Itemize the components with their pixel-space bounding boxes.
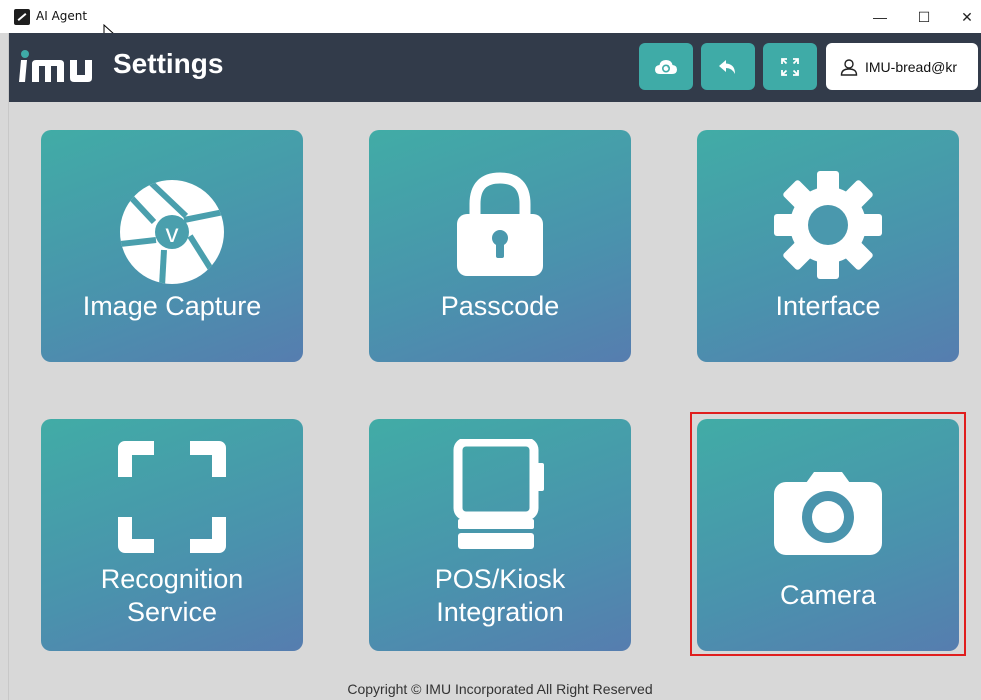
window-border	[0, 33, 9, 700]
lock-icon	[457, 172, 543, 276]
user-account-button[interactable]: IMU-bread@kr	[826, 43, 978, 90]
tile-label: Integration	[436, 597, 564, 627]
tile-recognition-service[interactable]: Recognition Service	[41, 419, 303, 651]
fullscreen-button[interactable]	[763, 43, 817, 90]
tile-label: Image Capture	[82, 291, 262, 321]
svg-text:v: v	[166, 218, 179, 248]
tile-pos-kiosk-integration[interactable]: POS/Kiosk Integration	[369, 419, 631, 651]
tile-label: Interface	[775, 291, 881, 321]
tile-interface[interactable]: Interface	[697, 130, 959, 362]
gear-icon	[774, 171, 882, 279]
cloud-sync-icon	[655, 59, 677, 74]
tile-image-capture[interactable]: v Image Capture	[41, 130, 303, 362]
camera-icon	[774, 472, 882, 555]
fullscreen-icon	[781, 57, 799, 76]
app-header: Settings IMU-bread@kr	[9, 33, 981, 102]
back-button[interactable]	[701, 43, 755, 90]
user-icon	[840, 58, 858, 76]
imu-logo	[19, 50, 92, 82]
scan-frame-icon	[118, 441, 226, 553]
page-title: Settings	[113, 48, 224, 79]
copyright-footer: Copyright © IMU Incorporated All Right R…	[347, 681, 653, 697]
tile-label: Recognition	[100, 564, 244, 594]
cloud-sync-button[interactable]	[639, 43, 693, 90]
user-name: IMU-bread@kr	[865, 58, 958, 75]
tile-label: POS/Kiosk	[434, 564, 566, 594]
window-titlebar: AI Agent — ☐ ✕	[0, 0, 981, 43]
tile-passcode[interactable]: Passcode	[369, 130, 631, 362]
tile-camera[interactable]: Camera	[697, 419, 959, 651]
minimize-button[interactable]: —	[860, 4, 900, 30]
maximize-button[interactable]: ☐	[904, 4, 944, 30]
close-button[interactable]: ✕	[947, 4, 981, 30]
reply-icon	[719, 59, 735, 74]
tile-label: Passcode	[440, 291, 560, 321]
tile-label: Service	[126, 597, 218, 627]
window-title: AI Agent	[36, 9, 88, 23]
shutter-icon: v	[120, 180, 224, 284]
pos-terminal-icon	[453, 439, 544, 549]
tile-label: Camera	[779, 580, 877, 610]
app-icon	[14, 9, 30, 25]
